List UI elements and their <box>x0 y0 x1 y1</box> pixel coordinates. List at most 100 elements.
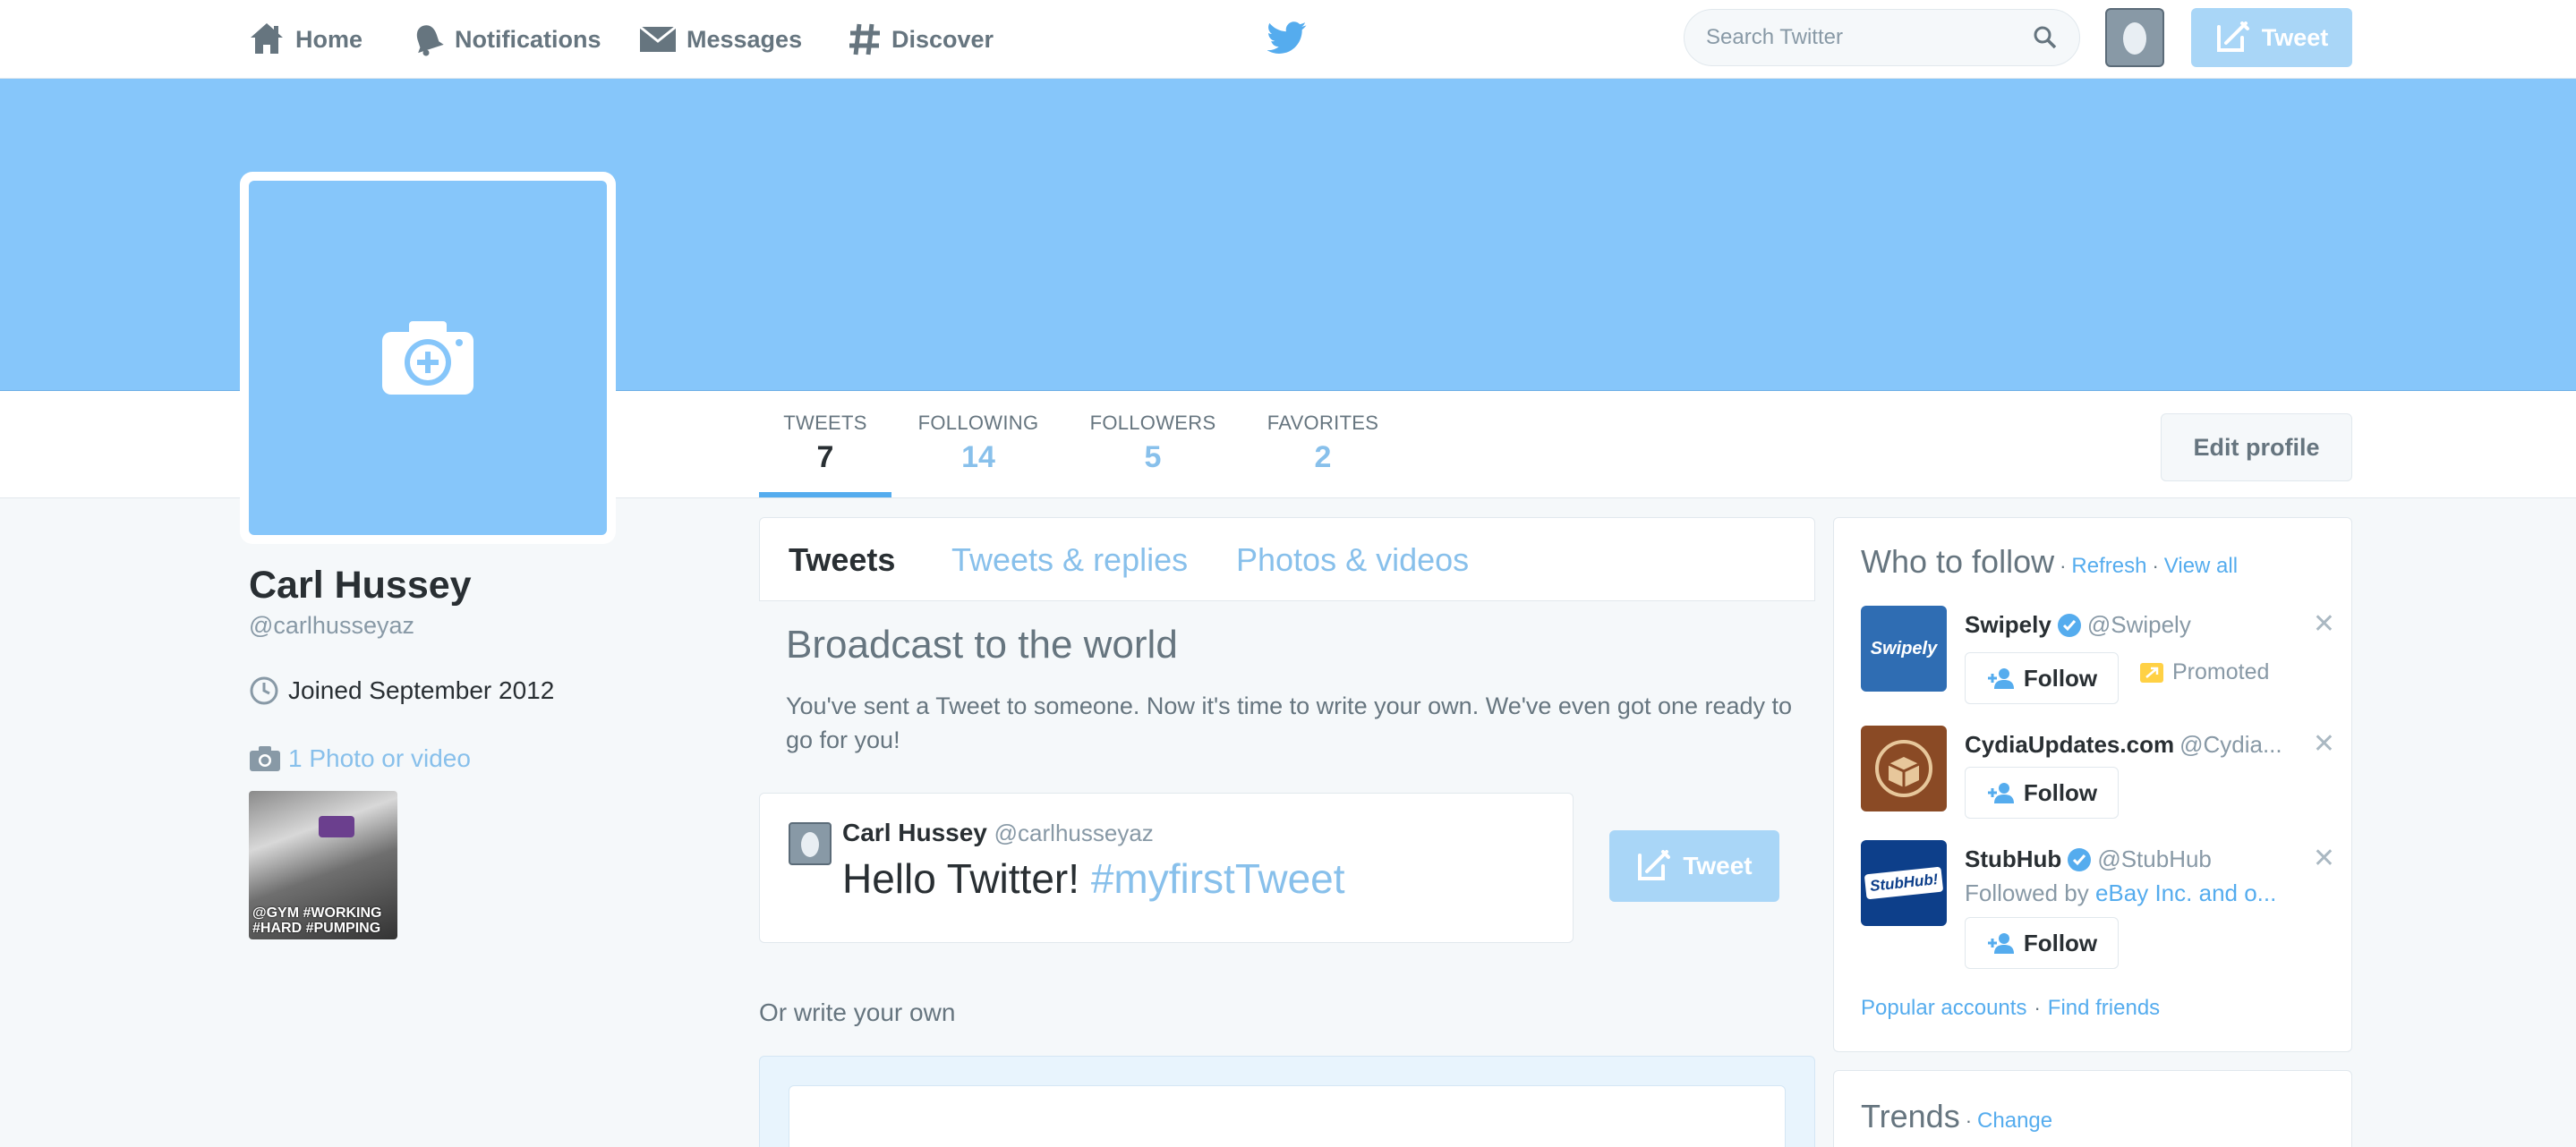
nav-tweet-button[interactable]: Tweet <box>2191 8 2352 67</box>
follow-button[interactable]: Follow <box>1965 652 2119 704</box>
close-icon[interactable]: ✕ <box>2313 731 2335 758</box>
photos-videos-link[interactable]: 1 Photo or video <box>249 744 471 773</box>
who-to-follow-footer: Popular accounts · Find friends <box>1861 996 2160 1021</box>
tab-photos-and-videos[interactable]: Photos & videos <box>1236 518 1469 602</box>
empty-state-text: You've sent a Tweet to someone. Now it's… <box>786 692 1793 753</box>
camera-icon <box>249 745 281 772</box>
compose-tweet-input[interactable] <box>789 1085 1786 1147</box>
tweet-button-label: Tweet <box>1683 852 1753 879</box>
promoted-text: Promoted <box>2172 659 2270 684</box>
active-stat-underline <box>759 492 891 497</box>
envelope-icon <box>638 23 678 55</box>
nav-tweet-label: Tweet <box>2261 23 2329 51</box>
separator-dot: · <box>2152 555 2159 577</box>
account-handle: @StubHub <box>2097 845 2212 872</box>
who-to-follow-header: Who to follow · Refresh · View all <box>1861 543 2238 581</box>
account-name: CydiaUpdates.com <box>1965 731 2175 758</box>
trends-title: Trends <box>1861 1098 1960 1134</box>
close-icon[interactable]: ✕ <box>2313 845 2335 872</box>
compose-icon <box>2215 21 2251 54</box>
stat-label: FAVORITES <box>1267 412 1379 434</box>
separator-dot: · <box>1965 1109 1973 1132</box>
search-box[interactable] <box>1684 9 2080 66</box>
add-user-icon <box>1986 782 2015 803</box>
followed-by-account-link[interactable]: eBay Inc. <box>2095 879 2192 906</box>
find-friends-link[interactable]: Find friends <box>2048 996 2160 1021</box>
who-to-follow-module: Who to follow · Refresh · View all Swipe… <box>1833 517 2352 1052</box>
suggestion-swipely: Swipely Swipely @Swipely ✕ Follow Promot… <box>1861 606 2335 704</box>
nav-home-label: Home <box>295 25 363 53</box>
stat-following[interactable]: FOLLOWING 14 <box>915 412 1042 475</box>
popular-accounts-link[interactable]: Popular accounts <box>1861 996 2026 1021</box>
compose-tweet-box <box>759 1056 1815 1147</box>
nav-messages[interactable]: Messages <box>638 0 802 79</box>
search-input[interactable] <box>1706 25 2033 50</box>
nav-home[interactable]: Home <box>247 0 363 79</box>
account-avatar[interactable] <box>2105 8 2164 67</box>
profile-name[interactable]: Carl Hussey <box>249 564 472 607</box>
stat-value: 2 <box>1314 440 1332 474</box>
suggested-tweet-text: Hello Twitter! #myfirstTweet <box>842 854 1345 903</box>
tab-tweets[interactable]: Tweets <box>789 518 895 602</box>
profile-avatar[interactable] <box>240 172 616 544</box>
follow-label: Follow <box>2023 778 2098 806</box>
thumbnail-caption: @GYM #WORKING #HARD #PUMPING <box>252 905 382 936</box>
twitter-bird-icon[interactable] <box>1267 18 1307 57</box>
follow-button[interactable]: Follow <box>1965 767 2119 819</box>
add-user-icon <box>1986 667 2015 689</box>
send-suggested-tweet-button[interactable]: Tweet <box>1609 830 1779 902</box>
stat-favorites[interactable]: FAVORITES 2 <box>1262 412 1384 475</box>
tweet-hashtag[interactable]: #myfirstTweet <box>1091 855 1345 902</box>
view-all-link[interactable]: View all <box>2164 554 2238 579</box>
avatar-logo-text: StubHub! <box>1864 866 1944 900</box>
media-thumbnail[interactable]: @GYM #WORKING #HARD #PUMPING <box>249 791 397 939</box>
account-handle: @Swipely <box>2086 611 2191 638</box>
follow-button[interactable]: Follow <box>1965 917 2119 969</box>
home-icon <box>247 21 286 57</box>
stat-tweets[interactable]: TWEETS 7 <box>759 412 891 475</box>
change-trends-link[interactable]: Change <box>1977 1109 2052 1134</box>
verified-badge-icon <box>2067 847 2092 872</box>
stat-label: FOLLOWERS <box>1089 412 1216 434</box>
hashtag-icon <box>847 21 883 57</box>
photos-videos-label: 1 Photo or video <box>288 744 471 772</box>
refresh-link[interactable]: Refresh <box>2071 554 2146 579</box>
profile-handle[interactable]: @carlhusseyaz <box>249 612 414 640</box>
separator-dot: · <box>2060 555 2067 577</box>
followed-by-text: Followed by eBay Inc. and o... <box>1965 879 2276 907</box>
edit-profile-button[interactable]: Edit profile <box>2161 413 2352 481</box>
avatar-logo-text: Swipely <box>1870 638 1938 658</box>
or-write-your-own-label: Or write your own <box>759 998 956 1026</box>
follow-label: Follow <box>2023 664 2098 692</box>
stat-followers[interactable]: FOLLOWERS 5 <box>1085 412 1221 475</box>
close-icon[interactable]: ✕ <box>2313 611 2335 638</box>
tab-tweets-and-replies[interactable]: Tweets & replies <box>951 518 1188 602</box>
nav-discover[interactable]: Discover <box>847 0 994 79</box>
avatar[interactable]: StubHub! <box>1861 840 1947 926</box>
account-name-row[interactable]: StubHub @StubHub <box>1965 845 2212 873</box>
nav-notifications-label: Notifications <box>455 25 601 53</box>
clock-icon <box>249 675 279 706</box>
account-name: Swipely <box>1965 611 2051 638</box>
suggested-tweet-card[interactable]: Carl Hussey @carlhusseyaz Hello Twitter!… <box>759 793 1574 943</box>
search-icon[interactable] <box>2033 25 2058 50</box>
stat-value: 5 <box>1144 440 1162 474</box>
nav-notifications[interactable]: Notifications <box>410 0 601 79</box>
bell-icon <box>410 21 446 57</box>
account-name: StubHub <box>1965 845 2062 872</box>
avatar[interactable] <box>1861 726 1947 811</box>
nav-discover-label: Discover <box>891 25 994 53</box>
compose-icon <box>1636 850 1672 882</box>
account-name-row[interactable]: CydiaUpdates.com @Cydia... <box>1965 731 2282 759</box>
followed-by-others-link[interactable]: and o... <box>2199 879 2277 906</box>
camera-add-icon[interactable] <box>379 318 477 398</box>
stat-label: TWEETS <box>783 412 867 434</box>
stat-value: 7 <box>816 440 834 474</box>
avatar[interactable]: Swipely <box>1861 606 1947 692</box>
account-name-row[interactable]: Swipely @Swipely <box>1965 611 2191 639</box>
joined-date: Joined September 2012 <box>249 675 554 706</box>
stat-value: 14 <box>961 440 995 474</box>
who-to-follow-title: Who to follow <box>1861 543 2055 580</box>
thumbnail-detail <box>319 816 354 837</box>
suggestion-stubhub: StubHub! StubHub @StubHub ✕ Followed by … <box>1861 840 2335 974</box>
